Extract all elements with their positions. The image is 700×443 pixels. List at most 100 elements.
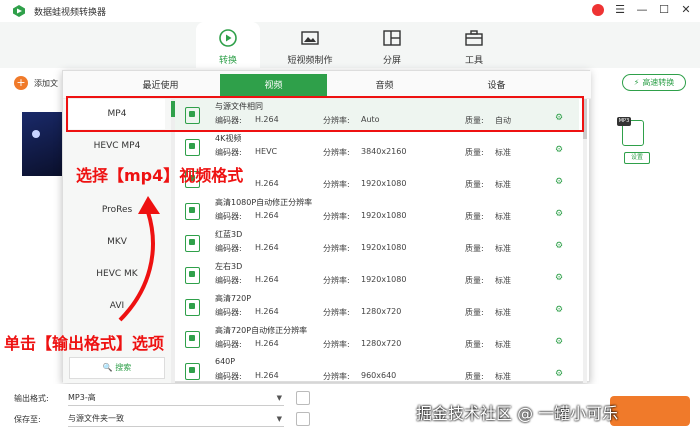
annotation-highlight-mp4: [66, 96, 584, 132]
preset-resolution: 1920x1080: [361, 243, 407, 252]
preset-resolution-label: 分辨率:: [323, 372, 350, 381]
preset-row[interactable]: 4K视频 编码器: HEVC 分辨率: 3840x2160 质量: 标准 ⚙: [175, 131, 579, 163]
preset-quality-label: 质量:: [465, 372, 484, 381]
gear-icon[interactable]: ⚙: [555, 241, 563, 251]
preset-resolution: 1920x1080: [361, 275, 407, 284]
preset-encoder: H.264: [255, 371, 279, 380]
preset-quality: 标准: [495, 180, 511, 189]
tab-recent[interactable]: 最近使用: [107, 74, 214, 98]
preset-encoder: H.264: [255, 339, 279, 348]
gear-icon[interactable]: ⚙: [555, 273, 563, 283]
output-format-select[interactable]: MP3-高 ▼: [68, 390, 284, 406]
speed-convert-button[interactable]: ⚡ 高速转换: [622, 74, 686, 91]
format-hevc-mkv[interactable]: HEVC MK: [69, 259, 165, 289]
gear-icon[interactable]: ⚙: [555, 145, 563, 155]
close-icon[interactable]: ✕: [680, 3, 692, 17]
plus-icon: +: [14, 76, 28, 90]
preset-name: 高清720P: [215, 294, 252, 303]
preset-resolution-label: 分辨率:: [323, 276, 350, 285]
preset-resolution-label: 分辨率:: [323, 180, 350, 189]
tab-split-screen[interactable]: 分屏: [360, 22, 424, 68]
video-file-icon: [185, 235, 200, 252]
gear-icon[interactable]: ⚙: [555, 369, 563, 379]
watermark-text: 掘金技术社区 @ 一罐小可乐: [416, 404, 619, 423]
title-bar: 数据蛙视频转换器 ☰ — ☐ ✕: [0, 0, 700, 22]
preset-resolution: 1280x720: [361, 307, 402, 316]
user-avatar-icon[interactable]: [592, 4, 604, 16]
tab-short-video-label: 短视频制作: [287, 56, 333, 66]
format-settings-icon[interactable]: [296, 391, 310, 405]
save-to-select[interactable]: 与源文件夹一致 ▼: [68, 411, 284, 427]
video-file-icon: [185, 299, 200, 316]
menu-icon[interactable]: ☰: [614, 3, 626, 17]
preset-row[interactable]: 左右3D 编码器: H.264 分辨率: 1920x1080 质量: 标准 ⚙: [175, 259, 579, 291]
format-badge-icon: MP3: [617, 117, 631, 126]
video-file-icon: [185, 267, 200, 284]
format-prores[interactable]: ProRes: [69, 195, 165, 225]
setting-button[interactable]: 设置: [624, 152, 650, 164]
preset-name: 左右3D: [215, 262, 243, 271]
preset-row[interactable]: 高清720P 编码器: H.264 分辨率: 1280x720 质量: 标准 ⚙: [175, 291, 579, 323]
preset-row[interactable]: 高清720P自动修正分辨率 编码器: H.264 分辨率: 1280x720 质…: [175, 323, 579, 355]
tab-convert-label: 转换: [218, 56, 237, 66]
add-file-button[interactable]: + 添加文: [14, 76, 58, 90]
preset-row[interactable]: 高清1080P自动修正分辨率 编码器: H.264 分辨率: 1920x1080…: [175, 195, 579, 227]
popup-tabs: 最近使用 视频 音频 设备: [63, 71, 591, 99]
save-to-label: 保存至:: [14, 415, 41, 424]
lightning-icon: ⚡: [633, 78, 640, 87]
annotation-click-output: 单击【输出格式】选项: [4, 334, 165, 353]
format-search-button[interactable]: 🔍 搜索: [69, 357, 165, 379]
tab-audio[interactable]: 音频: [331, 74, 438, 98]
preset-quality-label: 质量:: [465, 244, 484, 253]
format-hevc-mp4[interactable]: HEVC MP4: [69, 131, 165, 161]
tab-toolbox-label: 工具: [464, 56, 483, 66]
preset-encoder-label: 编码器:: [215, 276, 242, 285]
chevron-down-icon: ▼: [276, 394, 282, 402]
video-file-icon: [185, 139, 200, 156]
preset-quality: 标准: [495, 308, 511, 317]
gear-icon[interactable]: ⚙: [555, 177, 563, 187]
preset-quality-label: 质量:: [465, 276, 484, 285]
output-format-icon[interactable]: MP3: [617, 117, 644, 146]
preset-encoder: H.264: [255, 275, 279, 284]
preset-encoder: H.264: [255, 307, 279, 316]
tab-toolbox[interactable]: 工具: [442, 22, 506, 68]
format-avi[interactable]: AVI: [69, 291, 165, 321]
preset-encoder: H.264: [255, 179, 279, 188]
convert-all-button[interactable]: [610, 396, 690, 426]
split-screen-icon: [383, 30, 401, 46]
preset-encoder: H.264: [255, 243, 279, 252]
gear-icon[interactable]: ⚙: [555, 209, 563, 219]
folder-icon[interactable]: [296, 412, 310, 426]
maximize-icon[interactable]: ☐: [658, 3, 670, 17]
tab-device[interactable]: 设备: [443, 74, 550, 98]
preset-resolution: 1920x1080: [361, 179, 407, 188]
preset-quality-label: 质量:: [465, 212, 484, 221]
add-file-label: 添加文: [34, 78, 58, 88]
convert-icon: [219, 29, 237, 47]
preset-quality-label: 质量:: [465, 180, 484, 189]
preset-quality-label: 质量:: [465, 148, 484, 157]
preset-row[interactable]: 红蓝3D 编码器: H.264 分辨率: 1920x1080 质量: 标准 ⚙: [175, 227, 579, 259]
tab-convert[interactable]: 转换: [196, 22, 260, 68]
preset-list-scrollbar[interactable]: [583, 99, 587, 383]
tab-video[interactable]: 视频: [220, 74, 327, 98]
preset-row[interactable]: 640P 编码器: H.264 分辨率: 960x640 质量: 标准 ⚙: [175, 355, 579, 387]
preset-quality-label: 质量:: [465, 308, 484, 317]
minimize-icon[interactable]: —: [636, 3, 648, 17]
preset-quality: 标准: [495, 244, 511, 253]
preset-name: 红蓝3D: [215, 230, 243, 239]
gear-icon[interactable]: ⚙: [555, 337, 563, 347]
video-file-icon: [185, 363, 200, 380]
preset-encoder: H.264: [255, 211, 279, 220]
gear-icon[interactable]: ⚙: [555, 305, 563, 315]
preset-resolution-label: 分辨率:: [323, 308, 350, 317]
tab-short-video[interactable]: 短视频制作: [278, 22, 342, 68]
preset-resolution: 3840x2160: [361, 147, 407, 156]
format-mkv[interactable]: MKV: [69, 227, 165, 257]
preset-encoder-label: 编码器:: [215, 212, 242, 221]
video-thumbnail[interactable]: [22, 112, 66, 176]
toolbox-icon: [465, 30, 483, 46]
app-title: 数据蛙视频转换器: [34, 8, 107, 18]
format-search-label: 搜索: [115, 363, 132, 372]
